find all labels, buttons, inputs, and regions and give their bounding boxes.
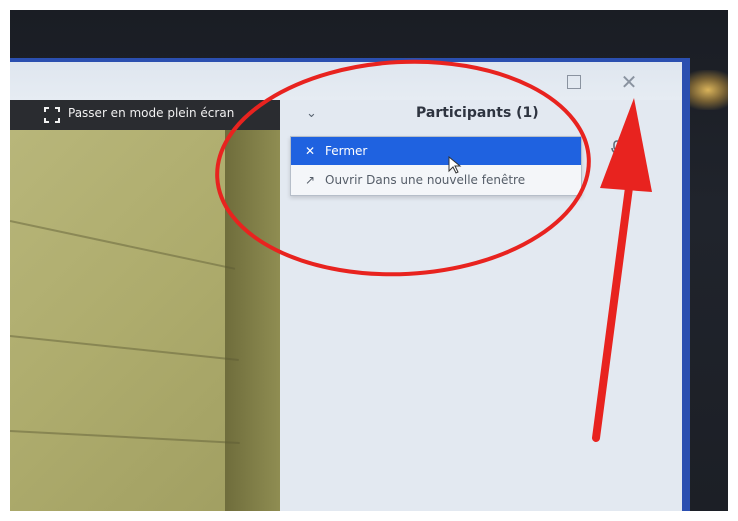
menu-item-ouvrir-nouvelle-fenetre[interactable]: ↗ Ouvrir Dans une nouvelle fenêtre: [291, 166, 581, 194]
window-titlebar: ✕: [10, 62, 682, 100]
participants-title: Participants (1): [416, 105, 539, 121]
video-wall-corner: [225, 130, 280, 511]
microphone-icon[interactable]: [610, 140, 624, 156]
chevron-down-icon[interactable]: ⌄: [306, 106, 317, 121]
external-arrow-icon: ↗: [305, 173, 316, 187]
photo-frame: ✕ Passer en mode plein écran ⌄ Participa…: [10, 10, 728, 511]
window-close-button[interactable]: ✕: [619, 72, 639, 92]
video-area: Passer en mode plein écran: [10, 100, 280, 511]
close-icon: ✕: [620, 70, 638, 94]
participants-context-menu: ✕ Fermer ↗ Ouvrir Dans une nouvelle fenê…: [290, 136, 582, 196]
app-window: ✕ Passer en mode plein écran ⌄ Participa…: [10, 62, 682, 511]
fullscreen-label: Passer en mode plein écran: [68, 106, 235, 120]
maximize-button[interactable]: [564, 72, 584, 92]
menu-item-label: Ouvrir Dans une nouvelle fenêtre: [325, 173, 526, 187]
mouse-cursor-icon: [448, 156, 462, 174]
menu-item-fermer[interactable]: ✕ Fermer: [291, 137, 581, 165]
maximize-icon: [567, 75, 581, 89]
close-icon: ✕: [305, 144, 316, 158]
fullscreen-button[interactable]: Passer en mode plein écran: [10, 100, 280, 130]
fullscreen-icon: [44, 107, 60, 123]
menu-item-label: Fermer: [325, 144, 368, 158]
